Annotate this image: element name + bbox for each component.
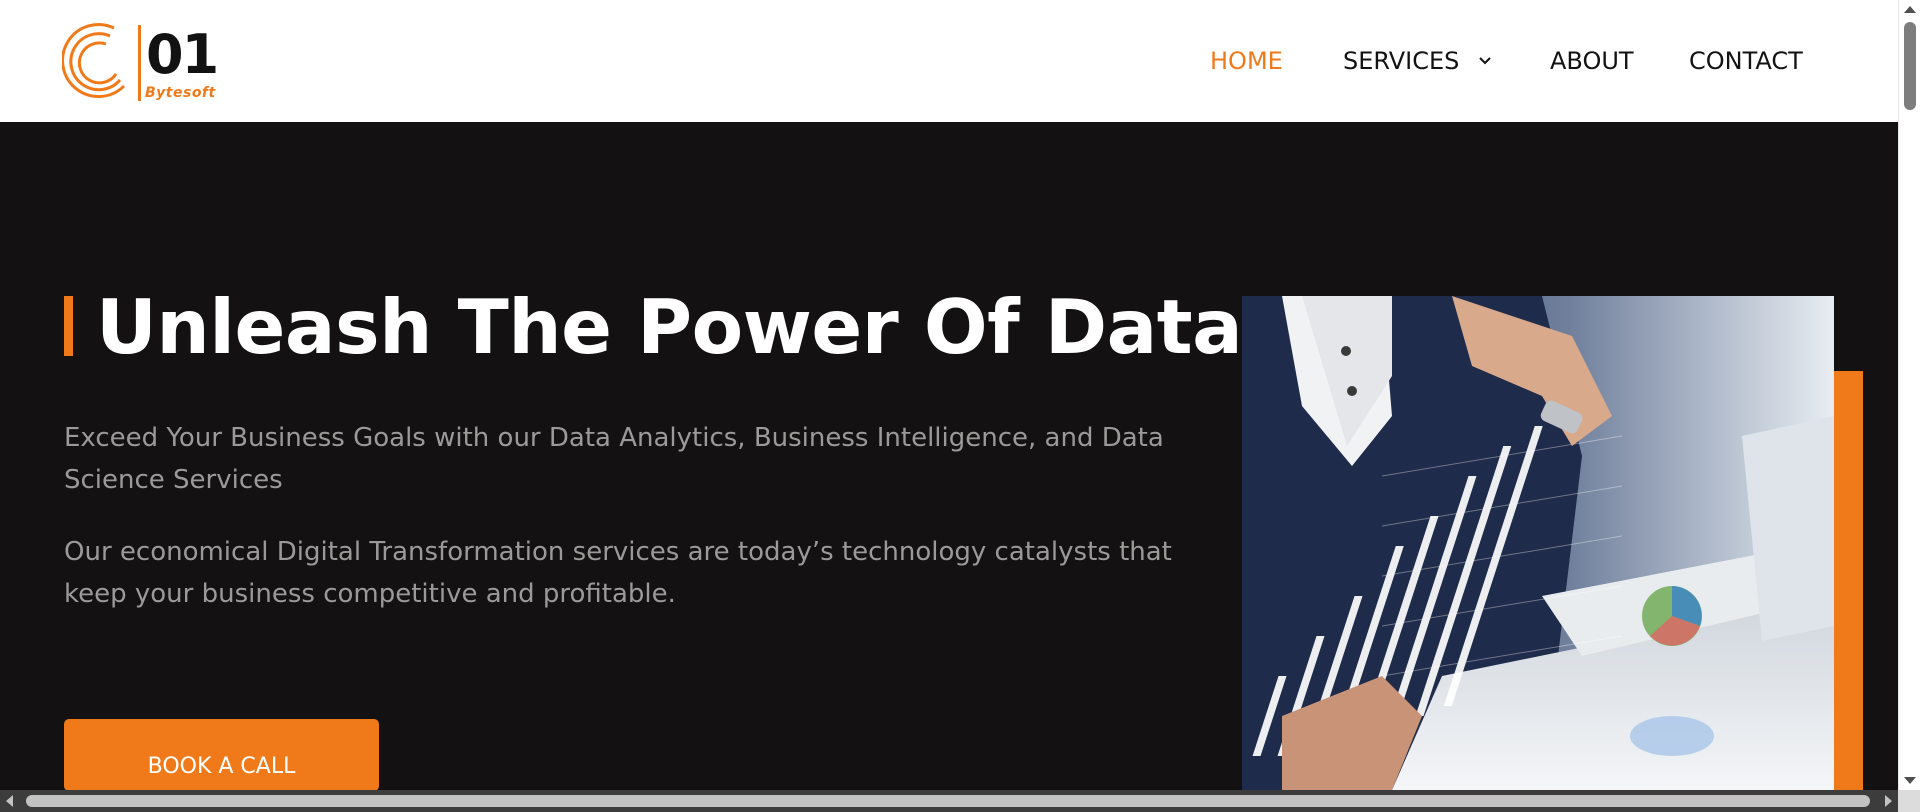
hero-title: Unleash The Power Of Data [96,283,1243,371]
nav-contact[interactable]: CONTACT [1689,46,1803,76]
site-header: 01 Bytesoft HOME SERVICES ABOUT CONTACT [0,0,1898,122]
hero-subtitle: Exceed Your Business Goals with our Data… [64,423,1164,495]
main-nav: HOME SERVICES ABOUT CONTACT [1198,46,1898,76]
hero-description: Our economical Digital Transformation se… [64,537,1172,609]
nav-about[interactable]: ABOUT [1550,46,1634,76]
book-a-call-label: BOOK A CALL [147,754,296,779]
scroll-up-icon[interactable] [1904,6,1916,13]
book-a-call-button[interactable]: BOOK A CALL [64,719,379,791]
logo-divider [138,25,141,101]
logo-brand-name: Bytesoft [145,85,216,101]
chevron-down-icon[interactable] [1476,46,1494,76]
title-accent-bar [64,296,73,356]
horizontal-scrollbar[interactable] [0,790,1898,812]
scroll-down-icon[interactable] [1904,777,1916,784]
nav-home[interactable]: HOME [1210,46,1283,76]
logo-number: 01 [146,23,219,86]
vertical-scroll-thumb[interactable] [1904,22,1916,110]
vertical-scrollbar[interactable] [1898,0,1920,790]
nav-services[interactable]: SERVICES [1343,46,1459,76]
hero-image-illustration [1242,296,1834,790]
scroll-right-icon[interactable] [1885,795,1892,807]
logo[interactable]: 01 Bytesoft [62,22,222,102]
horizontal-scroll-thumb[interactable] [26,795,1870,807]
hero-image [1242,296,1834,790]
logo-icon [62,23,126,99]
scrollbar-corner [1898,790,1920,812]
scroll-left-icon[interactable] [6,795,13,807]
